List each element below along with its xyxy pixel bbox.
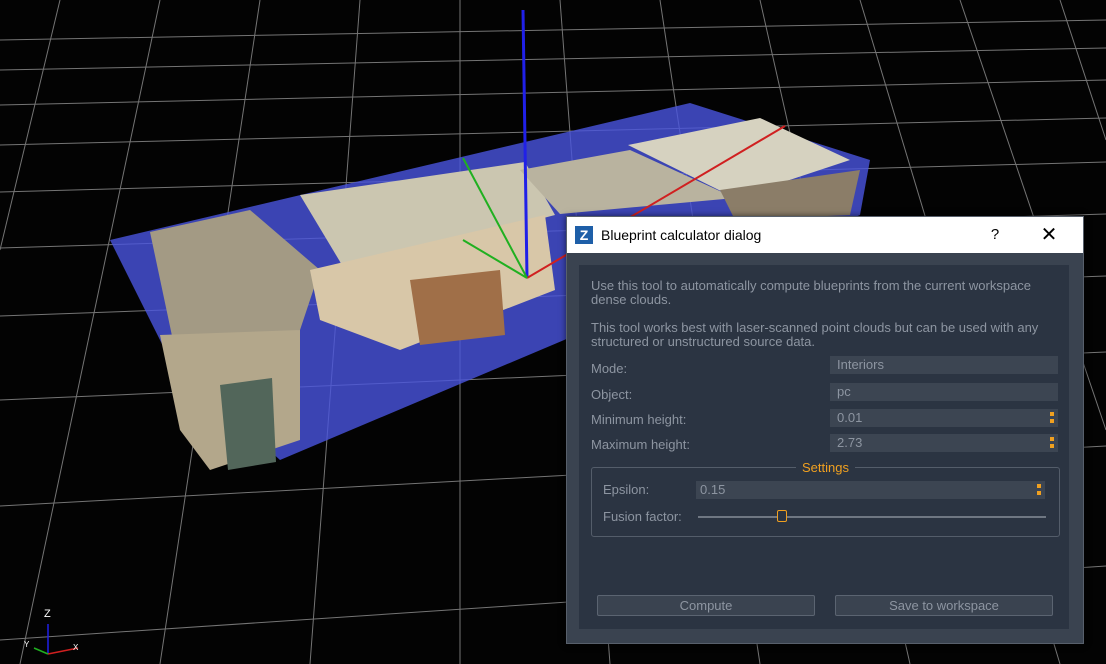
help-button[interactable]: ?: [985, 225, 1005, 245]
orientation-gizmo: Z Y X: [20, 606, 90, 660]
compute-button[interactable]: Compute: [597, 595, 815, 616]
mode-label: Mode:: [591, 361, 628, 376]
mode-select[interactable]: Interiors: [830, 356, 1058, 374]
dialog-content-panel: Use this tool to automatically compute b…: [579, 265, 1069, 629]
description-text-2: This tool works best with laser-scanned …: [591, 320, 1039, 349]
epsilon-spinbox[interactable]: 0.15: [696, 481, 1045, 499]
spin-arrows-icon[interactable]: [1036, 483, 1042, 497]
blueprint-calculator-dialog: Z Blueprint calculator dialog ? ✕ Use th…: [566, 216, 1084, 644]
settings-title: Settings: [796, 460, 855, 475]
fusion-factor-label: Fusion factor:: [603, 509, 682, 524]
spin-arrows-icon[interactable]: [1049, 411, 1055, 425]
min-height-label: Minimum height:: [591, 412, 687, 427]
max-height-value: 2.73: [837, 435, 863, 450]
fusion-factor-slider[interactable]: [698, 516, 1046, 518]
app-logo-icon: Z: [575, 226, 593, 244]
gizmo-z-label: Z: [44, 608, 51, 620]
epsilon-value: 0.15: [700, 482, 726, 497]
max-height-spinbox[interactable]: 2.73: [830, 434, 1058, 452]
gizmo-y-label: Y: [24, 640, 30, 649]
spin-arrows-icon[interactable]: [1049, 436, 1055, 450]
epsilon-label: Epsilon:: [603, 482, 650, 497]
fusion-factor-slider-handle[interactable]: [776, 510, 787, 522]
dialog-title: Blueprint calculator dialog: [601, 227, 762, 243]
description-text-1: Use this tool to automatically compute b…: [591, 278, 1032, 307]
object-label: Object:: [591, 387, 633, 402]
min-height-value: 0.01: [837, 410, 863, 425]
close-button[interactable]: ✕: [1037, 223, 1061, 247]
dialog-titlebar[interactable]: Z Blueprint calculator dialog ? ✕: [567, 217, 1083, 253]
settings-group: Settings Epsilon: 0.15 Fusion factor:: [591, 460, 1060, 537]
min-height-spinbox[interactable]: 0.01: [830, 409, 1058, 427]
save-to-workspace-button[interactable]: Save to workspace: [835, 595, 1053, 616]
object-select[interactable]: pc: [830, 383, 1058, 401]
gizmo-x-label: X: [73, 643, 79, 652]
max-height-label: Maximum height:: [591, 437, 690, 452]
